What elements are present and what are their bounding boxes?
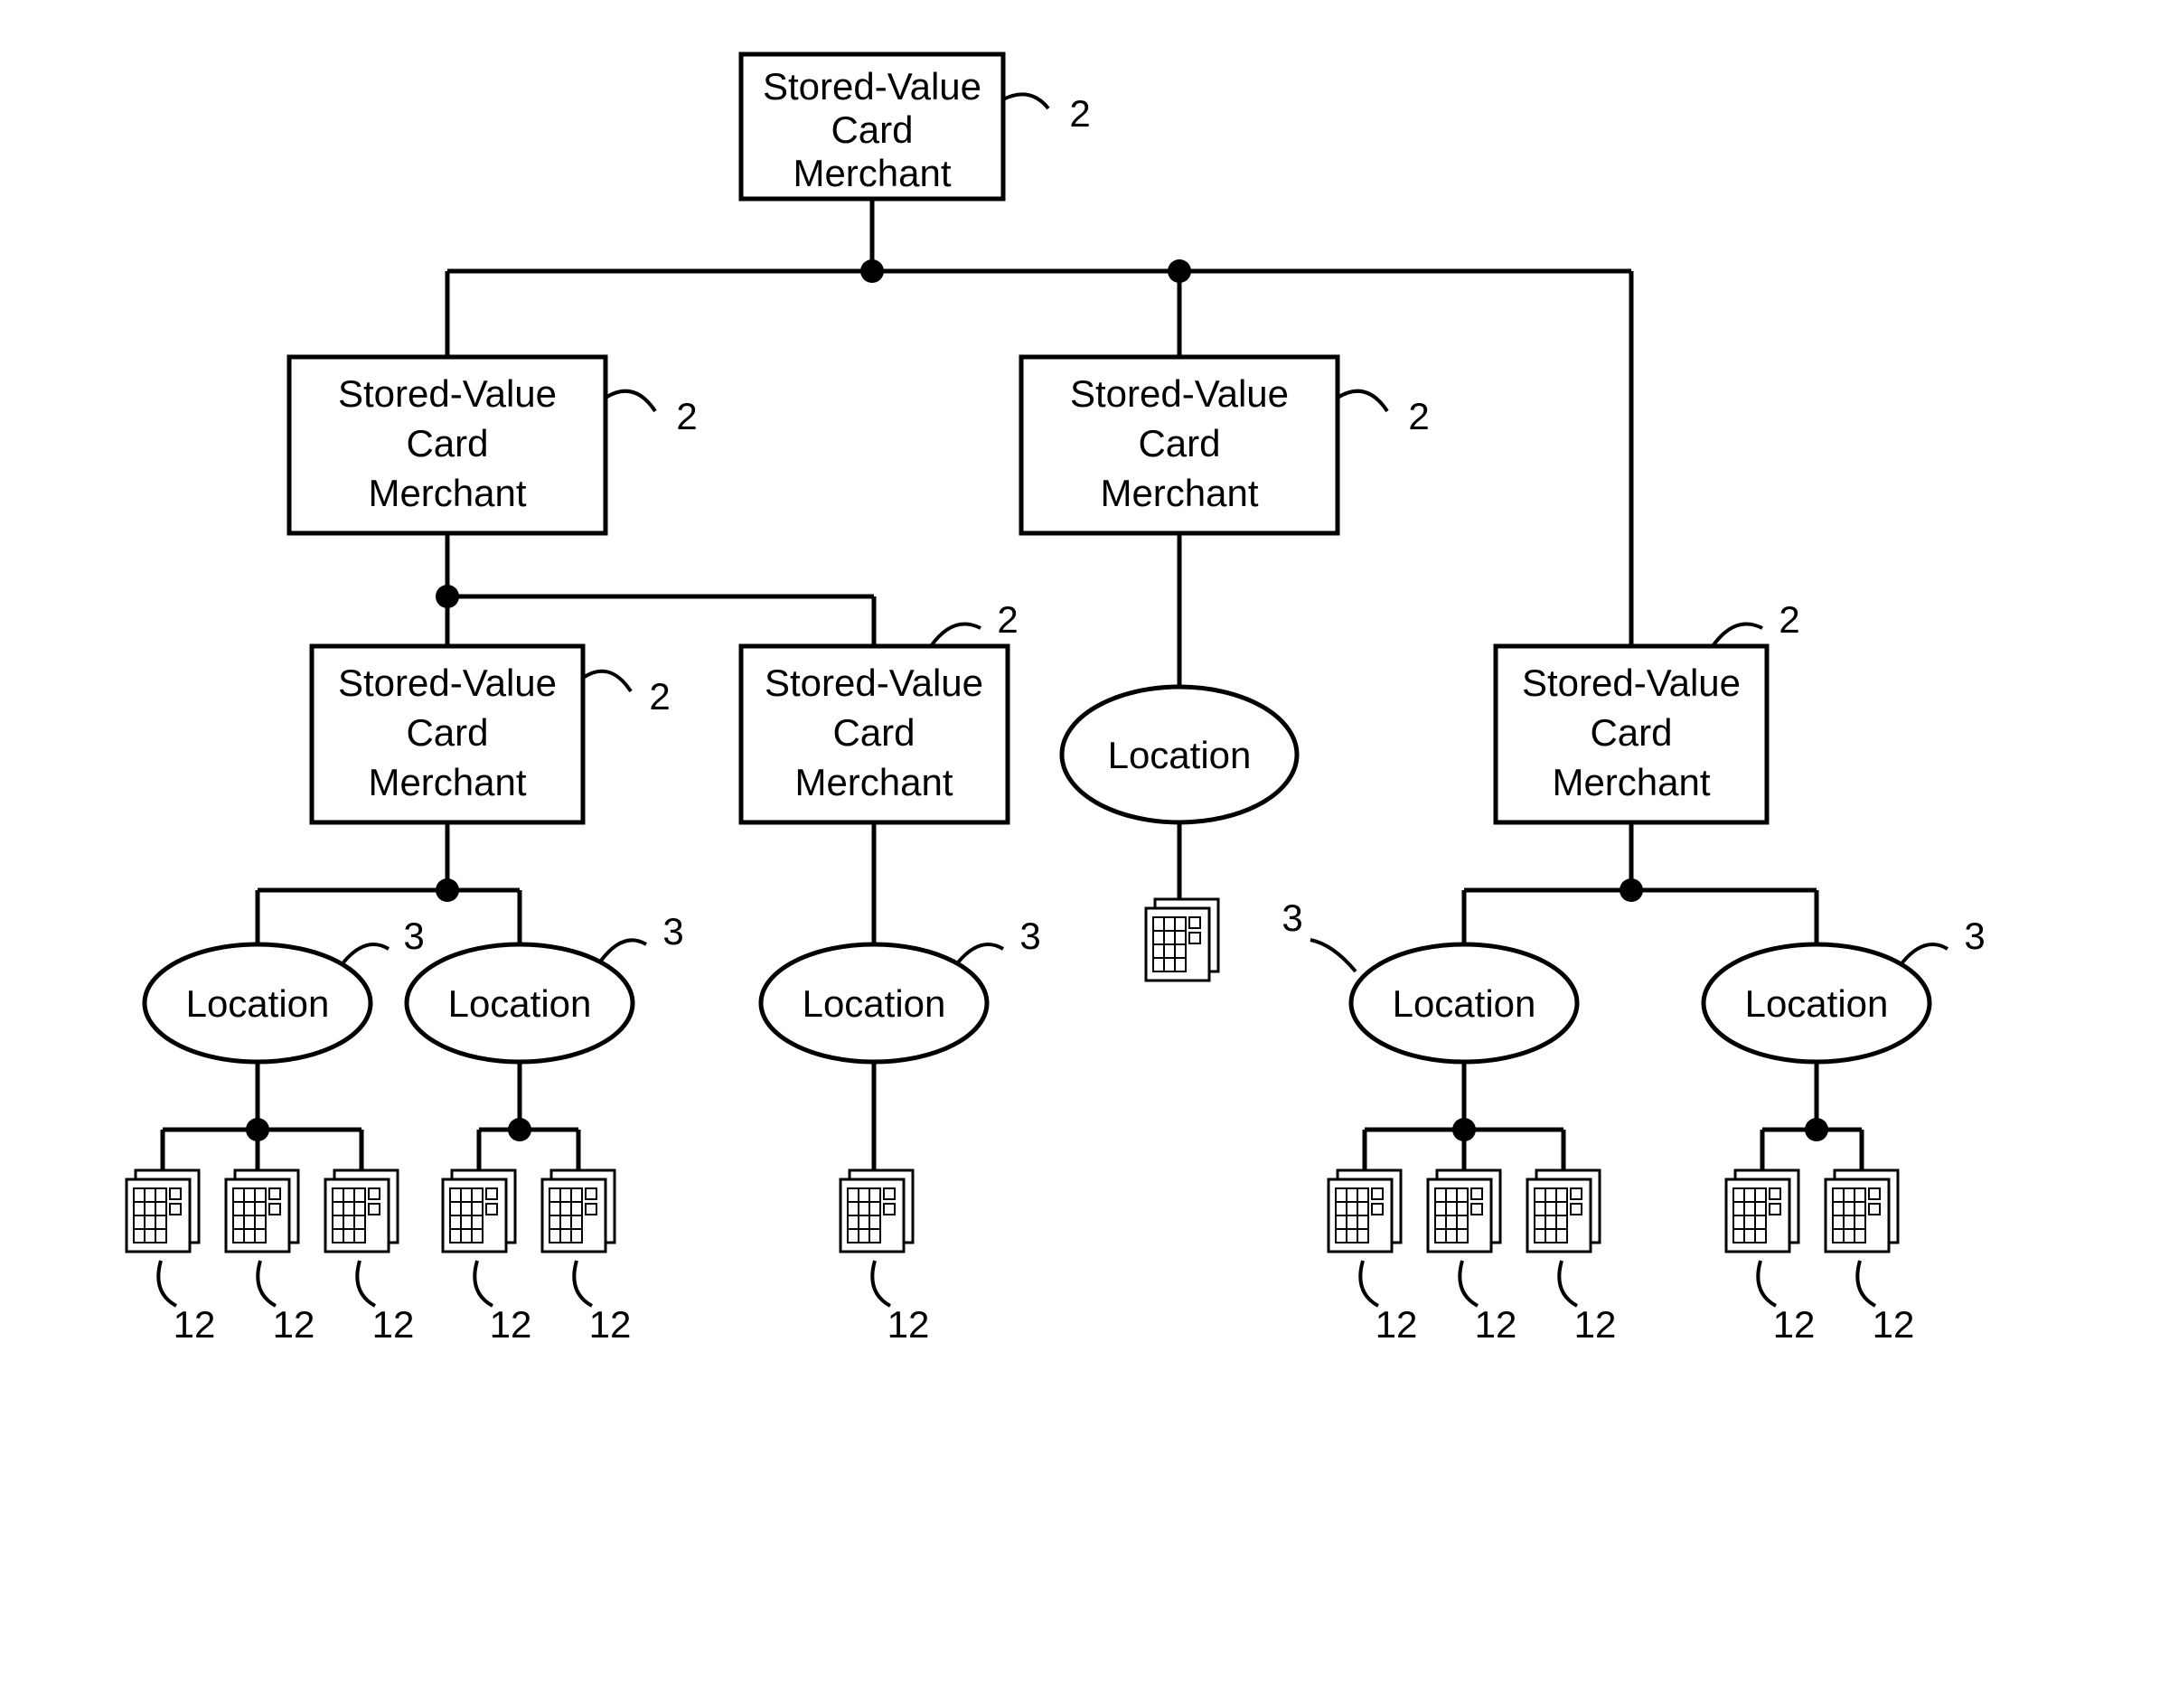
terminal-a2-1 [443, 1170, 515, 1252]
terminal-a2-2 [542, 1170, 615, 1252]
location-a2-text: Location [448, 982, 592, 1025]
ref-merchant-root: 2 [1069, 92, 1090, 135]
merchant-l1-center: Stored-Value Card Merchant 2 [1021, 357, 1430, 533]
ref-term-c1-1: 12 [1376, 1303, 1418, 1346]
terminal-a1-1 [127, 1170, 199, 1252]
location-b: Location 3 [761, 915, 1041, 1062]
merchant-l1-left-l2: Card [406, 422, 488, 465]
ref-term-c2-2: 12 [1873, 1303, 1915, 1346]
ref-location-a2: 3 [662, 910, 683, 953]
terminal-c1-3 [1527, 1170, 1600, 1252]
merchant-l1-left-l3: Merchant [368, 472, 526, 514]
ref-term-c1-2: 12 [1475, 1303, 1517, 1346]
location-a2: Location 3 [407, 910, 684, 1062]
terminal-c2-2 [1826, 1170, 1898, 1252]
ref-term-a1-1: 12 [174, 1303, 216, 1346]
location-b-text: Location [803, 982, 946, 1025]
ref-merchant-l2c: 2 [1779, 598, 1799, 641]
ref-merchant-l2a: 2 [649, 675, 670, 718]
ref-merchant-l2b: 2 [997, 598, 1018, 641]
merchant-l1-left-l1: Stored-Value [338, 372, 557, 415]
merchant-root-l1: Stored-Value [763, 65, 981, 108]
location-center: Location [1062, 687, 1297, 822]
merchant-l1-center-l3: Merchant [1100, 472, 1258, 514]
ref-location-c2: 3 [1964, 915, 1985, 957]
terminal-b-1 [840, 1170, 913, 1252]
ref-term-a1-2: 12 [273, 1303, 315, 1346]
ref-term-a2-1: 12 [490, 1303, 532, 1346]
merchant-l2a-l2: Card [406, 711, 488, 754]
ref-term-c2-1: 12 [1773, 1303, 1816, 1346]
terminal-center-loc [1146, 899, 1218, 981]
merchant-l2b-l3: Merchant [794, 761, 953, 803]
merchant-l2c-l3: Merchant [1552, 761, 1710, 803]
merchant-root: Stored-Value Card Merchant 2 [741, 54, 1091, 199]
location-c2: Location 3 [1704, 915, 1986, 1062]
ref-location-b: 3 [1019, 915, 1040, 957]
merchant-l1-left: Stored-Value Card Merchant 2 [289, 357, 698, 533]
merchant-root-l2: Card [831, 108, 913, 151]
location-c1: Location 3 [1282, 896, 1577, 1062]
merchant-l2c-l1: Stored-Value [1522, 662, 1741, 704]
location-center-text: Location [1108, 734, 1252, 776]
ref-location-a1: 3 [403, 915, 424, 957]
merchant-l2c-l2: Card [1590, 711, 1672, 754]
terminal-a1-3 [325, 1170, 398, 1252]
ref-term-a2-2: 12 [589, 1303, 632, 1346]
location-a1-text: Location [186, 982, 330, 1025]
terminal-c2-1 [1726, 1170, 1798, 1252]
terminal-a1-2 [226, 1170, 298, 1252]
ref-term-c1-3: 12 [1574, 1303, 1617, 1346]
location-a1: Location 3 [145, 915, 425, 1062]
ref-merchant-l1-left: 2 [676, 395, 697, 437]
merchant-l2b-l1: Stored-Value [765, 662, 983, 704]
location-c2-text: Location [1745, 982, 1889, 1025]
merchant-l2a: Stored-Value Card Merchant 2 [312, 646, 671, 822]
merchant-l2b-l2: Card [832, 711, 915, 754]
merchant-root-l3: Merchant [793, 152, 951, 194]
merchant-l2a-l3: Merchant [368, 761, 526, 803]
merchant-l1-center-l1: Stored-Value [1070, 372, 1289, 415]
terminal-c1-1 [1329, 1170, 1401, 1252]
merchant-l2b: Stored-Value Card Merchant 2 [741, 598, 1019, 822]
diagram-root: Stored-Value Card Merchant 2 Stored-Valu… [0, 0, 2169, 1708]
ref-location-c1: 3 [1282, 896, 1302, 939]
merchant-l1-center-l2: Card [1138, 422, 1220, 465]
ref-merchant-l1-center: 2 [1408, 395, 1429, 437]
ref-term-a1-3: 12 [372, 1303, 415, 1346]
merchant-l2a-l1: Stored-Value [338, 662, 557, 704]
merchant-l2c: Stored-Value Card Merchant 2 [1496, 598, 1800, 822]
terminal-c1-2 [1428, 1170, 1500, 1252]
location-c1-text: Location [1393, 982, 1536, 1025]
ref-term-b-1: 12 [887, 1303, 930, 1346]
